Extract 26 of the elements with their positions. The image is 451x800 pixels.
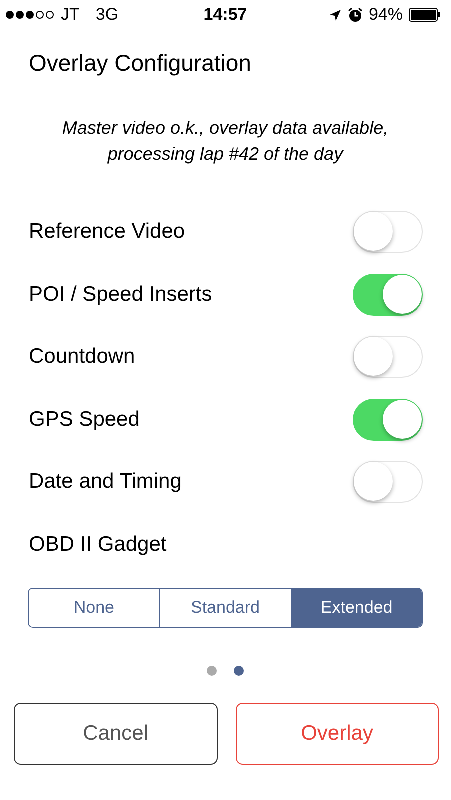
toggle-switch[interactable] [353, 336, 423, 378]
status-time: 14:57 [204, 5, 248, 25]
battery-icon [409, 8, 441, 22]
cancel-button[interactable]: Cancel [14, 703, 218, 765]
status-message: Master video o.k., overlay data available, processing lap #42 of the day [61, 117, 390, 166]
segment-option[interactable]: Extended [290, 589, 422, 627]
setting-label: POI / Speed Inserts [29, 282, 212, 307]
overlay-button[interactable]: Overlay [236, 703, 439, 765]
network-type: 3G [96, 5, 119, 25]
screen-title: Overlay Configuration [29, 50, 252, 77]
page-dot[interactable] [207, 666, 217, 676]
toggle-switch[interactable] [353, 211, 423, 254]
gadget-label: OBD II Gadget [29, 532, 167, 557]
page-dot[interactable] [234, 666, 244, 676]
setting-label: GPS Speed [29, 408, 140, 432]
alarm-clock-icon [348, 8, 363, 22]
toggle-switch[interactable] [353, 398, 423, 441]
setting-label: Reference Video [29, 220, 186, 244]
location-arrow-icon [328, 8, 342, 22]
setting-label: Countdown [29, 345, 136, 370]
battery-percent: 94% [368, 5, 403, 25]
signal-icon [5, 10, 55, 20]
toggle-switch[interactable] [353, 461, 423, 504]
setting-label: Date and Timing [29, 470, 182, 494]
toggle-switch[interactable] [353, 274, 423, 316]
carrier-name: JT [61, 5, 80, 25]
